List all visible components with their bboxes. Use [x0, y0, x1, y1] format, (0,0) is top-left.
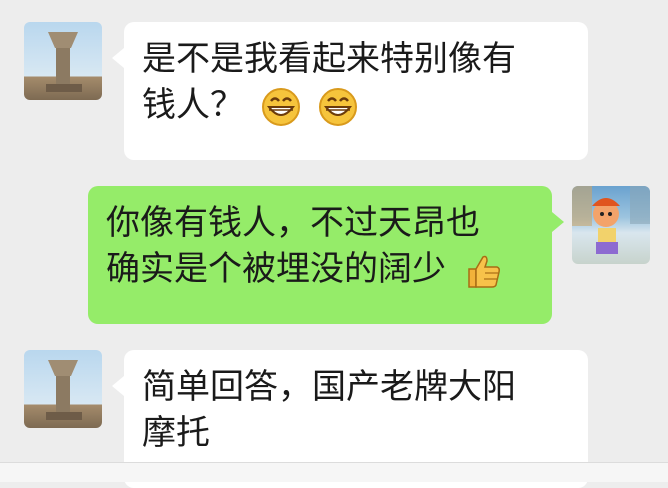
- message-text-line: 钱人？: [142, 85, 244, 125]
- message-text-line: 确实是个被埋没的阔少: [106, 249, 446, 289]
- grin-emoji-icon: [261, 87, 300, 126]
- thumbs-up-icon: [468, 255, 500, 288]
- message-text: 你像有钱人，不过天昂也: [106, 203, 480, 243]
- contact-avatar[interactable]: [24, 350, 102, 428]
- tower-photo-icon: [46, 32, 82, 92]
- message-text: 摩托: [142, 413, 210, 453]
- self-avatar[interactable]: [572, 186, 650, 264]
- grin-emoji-icon: [318, 87, 357, 126]
- message-text: 钱人？: [142, 82, 570, 128]
- message-bubble-outgoing[interactable]: 你像有钱人，不过天昂也 确实是个被埋没的阔少: [88, 186, 564, 324]
- tower-photo-icon: [46, 360, 82, 420]
- message-text: 简单回答，国产老牌大阳: [142, 367, 516, 407]
- contact-avatar[interactable]: [24, 22, 102, 100]
- cartoon-character-icon: [572, 186, 650, 254]
- input-bar[interactable]: [0, 462, 668, 482]
- message-bubble-incoming[interactable]: 是不是我看起来特别像有 钱人？: [112, 22, 588, 160]
- message-text: 确实是个被埋没的阔少: [106, 246, 534, 292]
- message-text: 是不是我看起来特别像有: [142, 39, 516, 79]
